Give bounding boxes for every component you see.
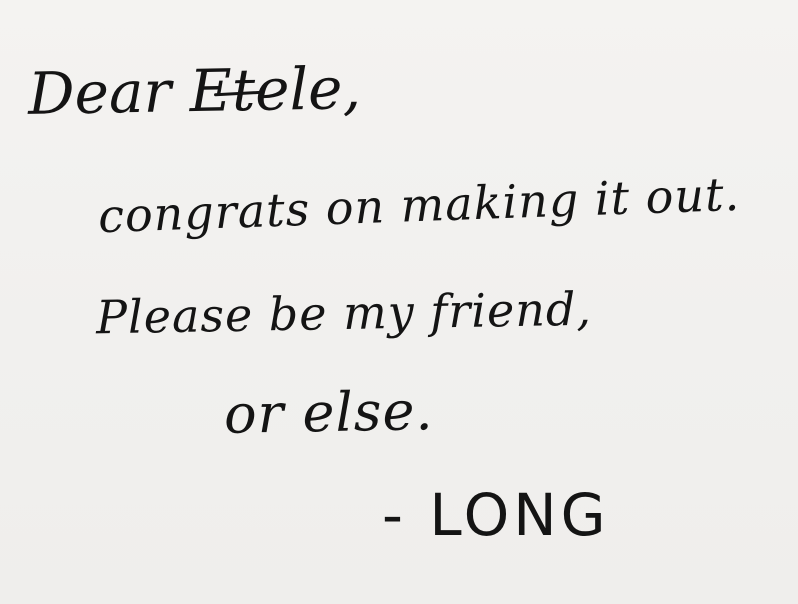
note-or-else-line: or else. xyxy=(223,379,435,446)
note-friend-line: Please be my friend, xyxy=(95,281,593,345)
handwritten-note-page: Dear Etele, congrats on making it out. P… xyxy=(0,0,798,604)
note-signature: - LONG xyxy=(382,481,610,549)
note-congrats-line: congrats on making it out. xyxy=(97,166,741,244)
note-greeting: Dear Etele, xyxy=(27,54,362,128)
